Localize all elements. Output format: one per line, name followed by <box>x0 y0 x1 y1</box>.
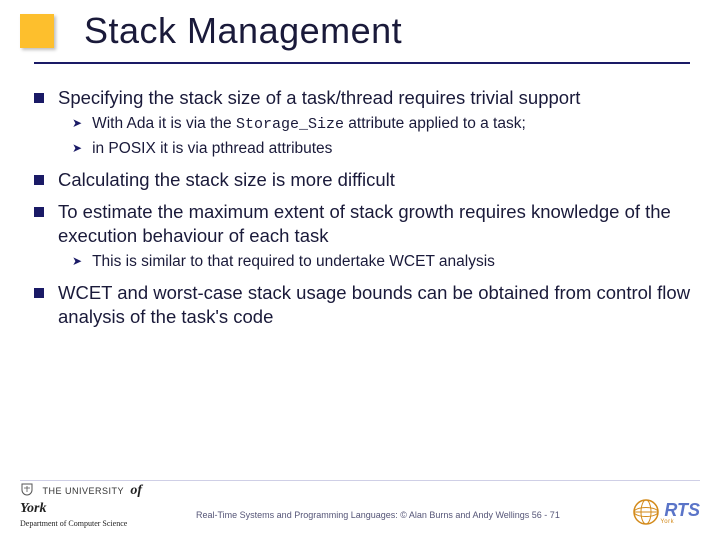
bullet-text: This is similar to that required to unde… <box>92 252 692 273</box>
bullet-level1: To estimate the maximum extent of stack … <box>28 200 692 248</box>
arrow-bullet-icon: ➤ <box>72 254 82 268</box>
slide: Stack Management Specifying the stack si… <box>0 0 720 540</box>
bullet-text: With Ada it is via the Storage_Size attr… <box>92 114 692 135</box>
york-uni-text: THE UNIVERSITY <box>42 486 124 496</box>
rts-logo: RTS York <box>632 498 700 526</box>
code-inline: Storage_Size <box>236 116 344 133</box>
square-bullet-icon <box>34 288 44 298</box>
title-underline <box>34 62 690 64</box>
square-bullet-icon <box>34 175 44 185</box>
bullet-text: Specifying the stack size of a task/thre… <box>58 86 692 110</box>
bullet-level1: Specifying the stack size of a task/thre… <box>28 86 692 110</box>
bullet-text-pre: With Ada it is via the <box>92 115 236 132</box>
york-logo: THE UNIVERSITY of York Department of Com… <box>20 481 170 528</box>
arrow-bullet-icon: ➤ <box>72 116 82 130</box>
square-bullet-icon <box>34 207 44 217</box>
square-bullet-icon <box>34 93 44 103</box>
slide-body: Specifying the stack size of a task/thre… <box>28 78 692 333</box>
bullet-text: Calculating the stack size is more diffi… <box>58 168 692 192</box>
arrow-bullet-icon: ➤ <box>72 141 82 155</box>
bullet-text: in POSIX it is via pthread attributes <box>92 139 692 160</box>
slide-title: Stack Management <box>84 10 402 52</box>
york-top-line: THE UNIVERSITY of York <box>20 481 170 517</box>
slide-header: Stack Management <box>0 0 720 86</box>
bullet-level1: Calculating the stack size is more diffi… <box>28 168 692 192</box>
york-dept-text: Department of Computer Science <box>20 519 170 528</box>
footer-copyright: Real-Time Systems and Programming Langua… <box>196 510 560 520</box>
rts-text-block: RTS York <box>660 500 700 525</box>
bullet-level2: ➤ This is similar to that required to un… <box>72 252 692 273</box>
rts-text: RTS <box>664 500 700 521</box>
bullet-text: WCET and worst-case stack usage bounds c… <box>58 281 692 329</box>
bullet-level2: ➤ With Ada it is via the Storage_Size at… <box>72 114 692 135</box>
slide-footer: THE UNIVERSITY of York Department of Com… <box>0 480 720 540</box>
accent-square-icon <box>20 14 54 48</box>
bullet-text-post: attribute applied to a task; <box>344 115 526 132</box>
bullet-level2: ➤ in POSIX it is via pthread attributes <box>72 139 692 160</box>
bullet-level1: WCET and worst-case stack usage bounds c… <box>28 281 692 329</box>
bullet-text: To estimate the maximum extent of stack … <box>58 200 692 248</box>
crest-icon <box>20 482 34 498</box>
globe-icon <box>632 498 660 526</box>
